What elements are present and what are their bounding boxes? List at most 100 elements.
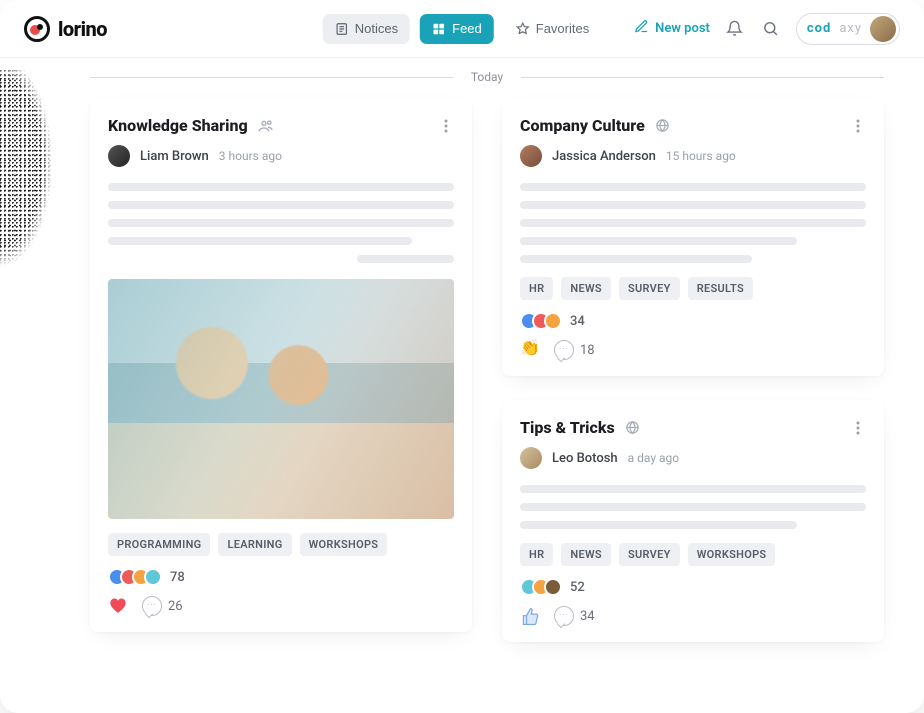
comment-icon: ··· [554,340,574,360]
reactions-summary[interactable]: 52 [520,578,866,596]
reactions-summary[interactable]: 78 [108,568,454,586]
tag[interactable]: SURVEY [619,277,680,300]
divider-line [90,77,453,78]
tag[interactable]: WORKSHOPS [688,543,776,566]
author-name[interactable]: Liam Brown [140,149,209,164]
primary-nav: Notices Feed Favorites [323,14,601,44]
user-avatar [870,16,896,42]
feed-column-right: Company Culture Jassica Anderson 15 hour… [502,98,884,642]
post-card[interactable]: Knowledge Sharing Liam Brown 3 hours ago [90,98,472,632]
public-visibility-icon [625,420,641,436]
workspace-name-part1: cod [807,21,831,36]
post-menu-button[interactable] [850,420,866,436]
tag[interactable]: HR [520,543,553,566]
post-meta: Leo Botosh a day ago [520,447,866,469]
compose-icon [634,19,649,38]
post-body-placeholder [520,485,866,529]
group-visibility-icon [258,118,274,134]
react-button[interactable] [520,606,540,626]
new-post-button[interactable]: New post [634,19,710,38]
dots-vertical-icon [856,421,860,435]
thumbs-up-icon [520,606,540,626]
nav-feed-label: Feed [452,21,482,36]
workspace-switcher[interactable]: codaxy [796,13,900,45]
post-tags: PROGRAMMING LEARNING WORKSHOPS [108,533,454,556]
comments-count: 26 [168,599,183,614]
reaction-icons-cluster [520,578,562,596]
feed-columns: Knowledge Sharing Liam Brown 3 hours ago [90,98,884,642]
reactions-count: 52 [570,580,585,595]
comments-count: 34 [580,609,595,624]
reaction-icons-cluster [108,568,162,586]
tag[interactable]: HR [520,277,553,300]
post-title: Knowledge Sharing [108,116,248,135]
post-time: 15 hours ago [666,149,736,163]
reactions-count: 78 [170,570,185,585]
topbar: lorino Notices Feed Favorites [0,0,924,58]
post-body-placeholder [520,183,866,263]
author-avatar[interactable] [520,447,542,469]
post-time: a day ago [628,451,679,465]
author-avatar[interactable] [520,145,542,167]
nav-notices[interactable]: Notices [323,14,410,44]
post-card[interactable]: Tips & Tricks Leo Botosh a day ago [502,400,884,642]
post-card[interactable]: Company Culture Jassica Anderson 15 hour… [502,98,884,376]
post-meta: Jassica Anderson 15 hours ago [520,145,866,167]
react-button[interactable]: 👏 [520,340,540,360]
comment-icon: ··· [554,606,574,626]
notifications-button[interactable] [724,18,746,40]
bell-icon [726,20,743,37]
star-icon [516,22,530,36]
new-post-label: New post [655,21,710,36]
content-area: Today Knowledge Sharing [0,58,924,713]
post-title: Tips & Tricks [520,418,615,437]
post-meta: Liam Brown 3 hours ago [108,145,454,167]
feed-grid-icon [432,22,446,36]
tag[interactable]: RESULTS [688,277,753,300]
author-name[interactable]: Jassica Anderson [552,149,656,164]
reactions-summary[interactable]: 34 [520,312,866,330]
feed-column-left: Knowledge Sharing Liam Brown 3 hours ago [90,98,472,642]
nav-favorites[interactable]: Favorites [504,14,601,44]
tag[interactable]: NEWS [561,543,611,566]
reaction-globe-icon [544,578,562,596]
reaction-wow-icon [144,568,162,586]
author-name[interactable]: Leo Botosh [552,451,618,466]
reaction-icons-cluster [520,312,562,330]
author-avatar[interactable] [108,145,130,167]
date-divider: Today [90,58,884,88]
logo[interactable]: lorino [24,16,107,42]
post-time: 3 hours ago [219,149,282,163]
post-image[interactable] [108,279,454,519]
react-button[interactable] [108,596,128,616]
search-button[interactable] [760,18,782,40]
post-menu-button[interactable] [850,118,866,134]
post-tags: HR NEWS SURVEY RESULTS [520,277,866,300]
post-actions: 👏 ··· 18 [520,340,866,360]
tag[interactable]: WORKSHOPS [300,533,388,556]
tag[interactable]: LEARNING [218,533,291,556]
comments-count: 18 [580,343,595,358]
post-header: Tips & Tricks [520,418,866,437]
comments-button[interactable]: ··· 18 [554,340,595,360]
heart-icon [108,596,128,616]
logo-mark-icon [24,16,50,42]
divider-line [521,77,884,78]
post-header: Knowledge Sharing [108,116,454,135]
post-actions: ··· 34 [520,606,866,626]
notices-icon [335,22,349,36]
comments-button[interactable]: ··· 34 [554,606,595,626]
comments-button[interactable]: ··· 26 [142,596,183,616]
nav-feed[interactable]: Feed [420,14,494,44]
workspace-name-part2: axy [839,21,862,36]
search-icon [762,20,779,37]
tag[interactable]: SURVEY [619,543,680,566]
reaction-fire-icon [544,312,562,330]
app-frame: lorino Notices Feed Favorites [0,0,924,713]
nav-notices-label: Notices [355,21,398,36]
clap-icon: 👏 [520,340,540,360]
post-menu-button[interactable] [438,118,454,134]
brand-name: lorino [58,17,107,41]
tag[interactable]: PROGRAMMING [108,533,210,556]
tag[interactable]: NEWS [561,277,611,300]
